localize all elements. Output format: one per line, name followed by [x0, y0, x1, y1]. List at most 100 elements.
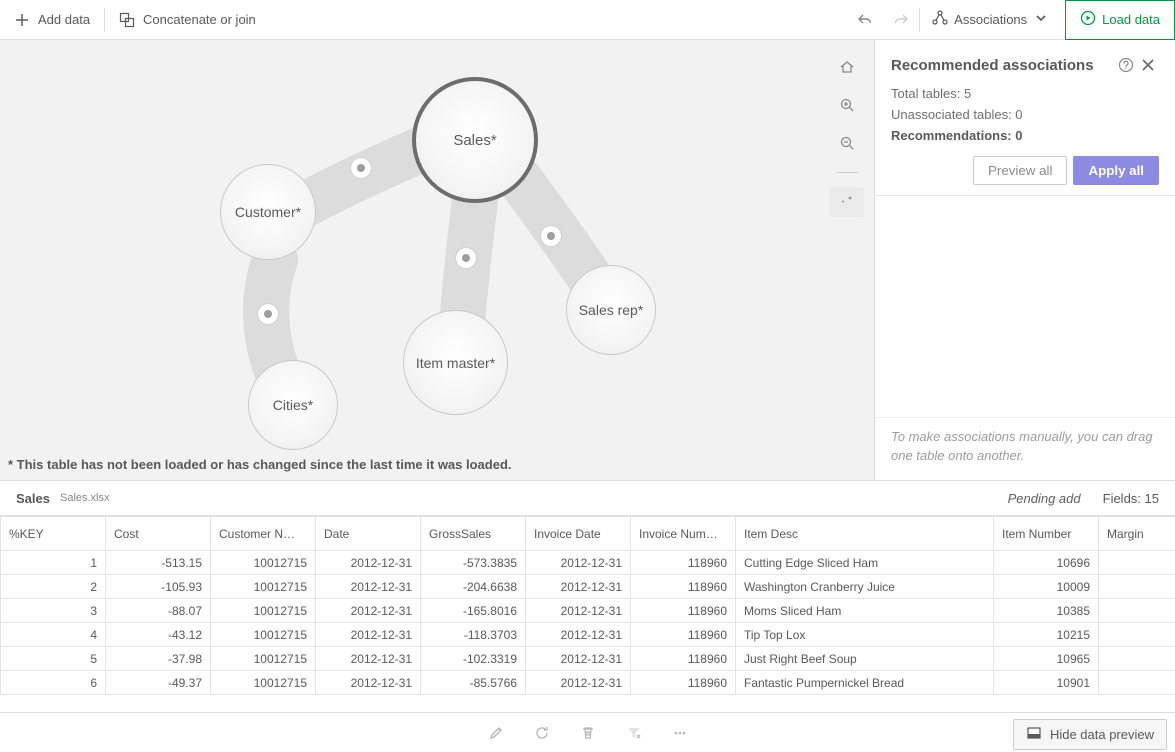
delete-icon[interactable]	[580, 725, 596, 741]
table-cell[interactable]: 3	[1, 599, 106, 623]
table-cell[interactable]: -118.3703	[421, 623, 526, 647]
column-header[interactable]: Invoice Num…	[631, 517, 736, 551]
column-header[interactable]: Item Desc	[736, 517, 994, 551]
table-cell[interactable]: 2012-12-31	[316, 599, 421, 623]
association-dot[interactable]	[350, 157, 372, 179]
node-item-master[interactable]: Item master*	[403, 310, 508, 415]
table-row[interactable]: 4-43.12100127152012-12-31-118.37032012-1…	[1, 623, 1175, 647]
table-cell[interactable]: 2012-12-31	[526, 623, 631, 647]
associations-canvas[interactable]: Sales* Customer* Cities* Item master* Sa…	[0, 40, 875, 480]
table-cell[interactable]: -573.3835	[421, 551, 526, 575]
table-cell[interactable]: 10012715	[211, 647, 316, 671]
table-cell[interactable]: -204.6638	[421, 575, 526, 599]
more-icon[interactable]	[672, 725, 688, 741]
association-dot[interactable]	[257, 303, 279, 325]
column-header[interactable]: GrossSales	[421, 517, 526, 551]
preview-grid[interactable]: %KEYCostCustomer N…DateGrossSalesInvoice…	[0, 515, 1175, 712]
table-cell[interactable]: 2012-12-31	[526, 599, 631, 623]
table-cell[interactable]: 4	[1, 623, 106, 647]
node-sales-rep[interactable]: Sales rep*	[566, 265, 656, 355]
magic-recommend-button[interactable]	[830, 187, 864, 217]
table-cell[interactable]: 10965	[994, 647, 1099, 671]
table-row[interactable]: 6-49.37100127152012-12-31-85.57662012-12…	[1, 671, 1175, 695]
table-cell[interactable]: 5	[1, 647, 106, 671]
node-cities[interactable]: Cities*	[248, 360, 338, 450]
table-cell[interactable]: -513.15	[106, 551, 211, 575]
table-cell[interactable]: 2012-12-31	[316, 647, 421, 671]
table-cell[interactable]: 2012-12-31	[316, 671, 421, 695]
table-cell[interactable]: 10012715	[211, 623, 316, 647]
table-row[interactable]: 2-105.93100127152012-12-31-204.66382012-…	[1, 575, 1175, 599]
table-cell[interactable]: -49.37	[106, 671, 211, 695]
table-cell[interactable]: 2012-12-31	[526, 575, 631, 599]
table-cell[interactable]: 10012715	[211, 671, 316, 695]
table-cell[interactable]: 118960	[631, 599, 736, 623]
table-cell[interactable]	[1099, 671, 1175, 695]
table-cell[interactable]: 2	[1, 575, 106, 599]
table-cell[interactable]: -105.93	[106, 575, 211, 599]
edit-icon[interactable]	[488, 725, 504, 741]
table-cell[interactable]: 118960	[631, 671, 736, 695]
refresh-icon[interactable]	[534, 725, 550, 741]
column-header[interactable]: %KEY	[1, 517, 106, 551]
table-cell[interactable]: 10012715	[211, 599, 316, 623]
table-cell[interactable]: Cutting Edge Sliced Ham	[736, 551, 994, 575]
table-row[interactable]: 3-88.07100127152012-12-31-165.80162012-1…	[1, 599, 1175, 623]
table-cell[interactable]: 118960	[631, 623, 736, 647]
table-cell[interactable]: Washington Cranberry Juice	[736, 575, 994, 599]
table-cell[interactable]: -165.8016	[421, 599, 526, 623]
node-sales[interactable]: Sales*	[412, 77, 538, 203]
table-cell[interactable]: 2012-12-31	[526, 647, 631, 671]
concatenate-button[interactable]: Concatenate or join	[105, 0, 270, 40]
table-cell[interactable]	[1099, 623, 1175, 647]
column-header[interactable]: Cost	[106, 517, 211, 551]
table-cell[interactable]: 2012-12-31	[316, 623, 421, 647]
help-icon[interactable]	[1115, 54, 1137, 76]
table-cell[interactable]: -102.3319	[421, 647, 526, 671]
table-cell[interactable]: Tip Top Lox	[736, 623, 994, 647]
table-cell[interactable]: Just Right Beef Soup	[736, 647, 994, 671]
table-cell[interactable]: 10012715	[211, 575, 316, 599]
table-cell[interactable]: 2012-12-31	[316, 551, 421, 575]
close-icon[interactable]	[1137, 54, 1159, 76]
filter-clear-icon[interactable]	[626, 725, 642, 741]
preview-all-button[interactable]: Preview all	[973, 156, 1067, 185]
table-row[interactable]: 1-513.15100127152012-12-31-573.38352012-…	[1, 551, 1175, 575]
table-cell[interactable]: 2012-12-31	[526, 671, 631, 695]
table-cell[interactable]: 10012715	[211, 551, 316, 575]
column-header[interactable]: Customer N…	[211, 517, 316, 551]
zoom-out-button[interactable]	[833, 130, 861, 156]
table-cell[interactable]: 118960	[631, 575, 736, 599]
table-cell[interactable]	[1099, 575, 1175, 599]
table-cell[interactable]	[1099, 599, 1175, 623]
table-cell[interactable]: 118960	[631, 551, 736, 575]
add-data-button[interactable]: Add data	[0, 0, 104, 40]
table-cell[interactable]: 10696	[994, 551, 1099, 575]
table-cell[interactable]: 2012-12-31	[526, 551, 631, 575]
apply-all-button[interactable]: Apply all	[1073, 156, 1159, 185]
table-cell[interactable]: 6	[1, 671, 106, 695]
table-cell[interactable]: -88.07	[106, 599, 211, 623]
association-dot[interactable]	[455, 247, 477, 269]
undo-button[interactable]	[847, 0, 883, 40]
table-cell[interactable]: 10385	[994, 599, 1099, 623]
column-header[interactable]: Invoice Date	[526, 517, 631, 551]
column-header[interactable]: Date	[316, 517, 421, 551]
table-cell[interactable]: 1	[1, 551, 106, 575]
table-cell[interactable]: 2012-12-31	[316, 575, 421, 599]
table-cell[interactable]: -43.12	[106, 623, 211, 647]
zoom-in-button[interactable]	[833, 92, 861, 118]
home-view-button[interactable]	[833, 54, 861, 80]
table-cell[interactable]: -85.5766	[421, 671, 526, 695]
node-customer[interactable]: Customer*	[220, 164, 316, 260]
load-data-button[interactable]: Load data	[1065, 0, 1175, 40]
table-cell[interactable]: -37.98	[106, 647, 211, 671]
table-cell[interactable]	[1099, 647, 1175, 671]
table-cell[interactable]	[1099, 551, 1175, 575]
column-header[interactable]: Item Number	[994, 517, 1099, 551]
table-cell[interactable]: 118960	[631, 647, 736, 671]
table-cell[interactable]: 10901	[994, 671, 1099, 695]
association-dot[interactable]	[540, 225, 562, 247]
table-cell[interactable]: 10009	[994, 575, 1099, 599]
associations-dropdown[interactable]: Associations	[920, 0, 1061, 40]
